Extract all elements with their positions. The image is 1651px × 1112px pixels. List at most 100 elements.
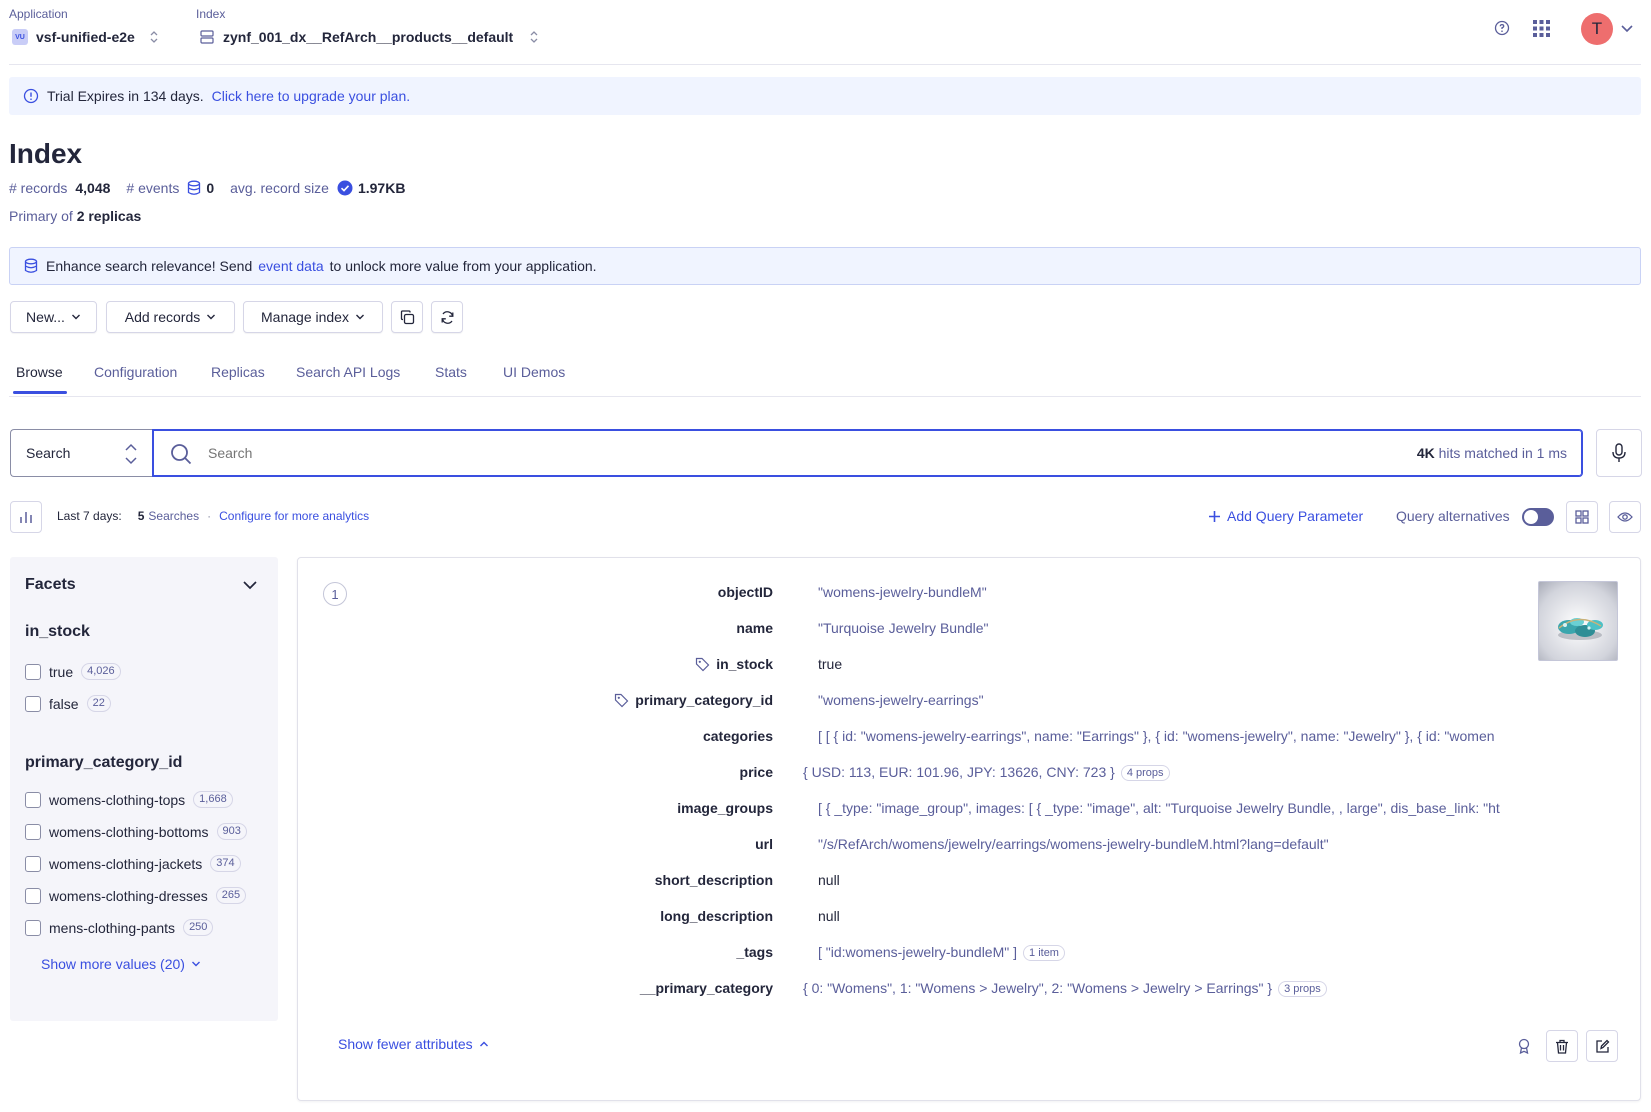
attribute-key: _tags [736, 944, 773, 960]
microphone-icon [1611, 443, 1627, 463]
search-input[interactable] [208, 440, 1308, 466]
award-icon [1517, 1038, 1531, 1054]
configure-analytics-link[interactable]: Configure for more analytics [219, 509, 369, 523]
attribute-key: in_stock [716, 656, 773, 672]
updown-chevron-icon [149, 29, 159, 45]
attribute-value-truncated[interactable]: [ { _type: "image_group", images: [ { _t… [818, 800, 1528, 816]
show-fewer-attributes-button[interactable]: Show fewer attributes [338, 1036, 489, 1052]
grid-view-button[interactable] [1566, 501, 1598, 533]
facet-label: mens-clothing-pants [49, 919, 176, 936]
tab-stats[interactable]: Stats [435, 364, 467, 380]
add-query-parameter-button[interactable]: Add Query Parameter [1208, 508, 1363, 524]
avatar[interactable]: T [1581, 13, 1613, 45]
check-badge-icon [337, 180, 353, 196]
tab-browse[interactable]: Browse [16, 364, 63, 380]
facet-checkbox[interactable] [25, 695, 41, 712]
refresh-icon [440, 310, 455, 325]
toggle-knob [1524, 510, 1538, 524]
collapse-facets-icon[interactable] [242, 579, 258, 591]
records-label: # records [9, 180, 68, 196]
application-name: vsf-unified-e2e [36, 29, 135, 45]
event-data-link[interactable]: event data [258, 258, 323, 274]
show-more-values-button[interactable]: Show more values (20) [41, 956, 201, 972]
attribute-key: url [755, 836, 773, 852]
attribute-key-faceted: primary_category_id [614, 692, 773, 708]
trial-text: Trial Expires in 134 days. [47, 88, 204, 104]
tab-replicas[interactable]: Replicas [211, 364, 265, 380]
tab-configuration[interactable]: Configuration [94, 364, 177, 380]
manage-index-button[interactable]: Manage index [243, 301, 383, 333]
delete-record-button[interactable] [1546, 1030, 1578, 1062]
facet-count: 265 [215, 887, 247, 904]
attribute-value: { USD: 113, EUR: 101.96, JPY: 13626, CNY… [803, 764, 1115, 780]
updown-chevron-icon [529, 29, 539, 45]
show-fewer-label: Show fewer attributes [338, 1036, 473, 1052]
facet-label: womens-clothing-dresses [49, 887, 208, 904]
facet-label: womens-clothing-bottoms [49, 823, 209, 840]
apps-grid-icon[interactable] [1533, 20, 1550, 37]
attribute-value-array[interactable]: [ "id:womens-jewelry-bundleM" ] 1 item [818, 944, 1065, 961]
query-alternatives-toggle[interactable] [1522, 508, 1554, 526]
help-icon[interactable] [1494, 20, 1510, 36]
attribute-value: [ "id:womens-jewelry-bundleM" ] [818, 944, 1018, 960]
preview-button[interactable] [1609, 501, 1641, 533]
facet-label: false [49, 695, 79, 712]
voice-search-button[interactable] [1596, 429, 1642, 477]
hits-summary: 4K hits matched in 1 ms [1417, 445, 1567, 461]
chevron-down-icon [355, 312, 365, 322]
tab-search-api-logs[interactable]: Search API Logs [296, 364, 400, 380]
facet-count: 22 [86, 695, 111, 712]
active-tab-indicator [13, 391, 67, 394]
chevron-up-icon [479, 1039, 489, 1049]
new-button[interactable]: New... [10, 301, 97, 333]
search-mode-select[interactable]: Search [10, 429, 153, 477]
add-records-label: Add records [124, 309, 201, 325]
facet-option[interactable]: womens-clothing-tops 1,668 [25, 791, 233, 808]
database-icon [24, 258, 38, 274]
attribute-key: name [736, 620, 773, 636]
application-selector[interactable]: VU vsf-unified-e2e [12, 29, 159, 45]
attribute-value: null [818, 872, 840, 888]
facet-option[interactable]: womens-clothing-dresses 265 [25, 887, 247, 904]
promote-button[interactable] [1508, 1030, 1540, 1062]
chevron-down-icon[interactable] [1620, 23, 1634, 35]
attribute-key-faceted: in_stock [695, 656, 773, 672]
add-query-parameter-label: Add Query Parameter [1227, 508, 1364, 524]
facet-option[interactable]: true 4,026 [25, 663, 121, 680]
header-divider [9, 64, 1641, 65]
facet-option[interactable]: mens-clothing-pants 250 [25, 919, 214, 936]
attribute-value: true [818, 656, 843, 672]
facet-checkbox[interactable] [25, 919, 41, 936]
banner-text-before: Enhance search relevance! Send [46, 258, 253, 274]
facet-checkbox[interactable] [25, 663, 41, 680]
attribute-value-object[interactable]: { 0: "Womens", 1: "Womens > Jewelry", 2:… [803, 980, 1327, 997]
facet-checkbox[interactable] [25, 823, 41, 840]
events-value: 0 [206, 180, 215, 196]
facet-option[interactable]: womens-clothing-bottoms 903 [25, 823, 247, 840]
facet-checkbox[interactable] [25, 791, 41, 808]
facet-label: true [49, 663, 74, 680]
attribute-key: __primary_category [639, 980, 773, 996]
tag-icon [614, 693, 629, 708]
trash-icon [1555, 1039, 1569, 1054]
facet-option[interactable]: false 22 [25, 695, 111, 712]
separator: · [207, 509, 212, 523]
refresh-button[interactable] [431, 301, 463, 333]
copy-button[interactable] [391, 301, 423, 333]
attribute-value-truncated[interactable]: [ [ { id: "womens-jewelry-earrings", nam… [818, 728, 1528, 744]
attribute-key: price [739, 764, 773, 780]
analytics-button[interactable] [10, 501, 42, 533]
database-icon [187, 180, 201, 196]
facet-checkbox[interactable] [25, 887, 41, 904]
edit-record-button[interactable] [1586, 1030, 1618, 1062]
product-image[interactable] [1538, 581, 1618, 661]
facet-option[interactable]: womens-clothing-jackets 374 [25, 855, 241, 872]
tab-ui-demos[interactable]: UI Demos [503, 364, 565, 380]
add-records-button[interactable]: Add records [106, 301, 235, 333]
replicas-value[interactable]: 2 replicas [77, 208, 142, 224]
upgrade-link[interactable]: Click here to upgrade your plan. [212, 88, 410, 104]
facet-checkbox[interactable] [25, 855, 41, 872]
index-selector[interactable]: zynf_001_dx__RefArch__products__default [199, 29, 539, 45]
hits-count: 4K [1416, 445, 1435, 461]
attribute-value-object[interactable]: { USD: 113, EUR: 101.96, JPY: 13626, CNY… [803, 764, 1170, 781]
